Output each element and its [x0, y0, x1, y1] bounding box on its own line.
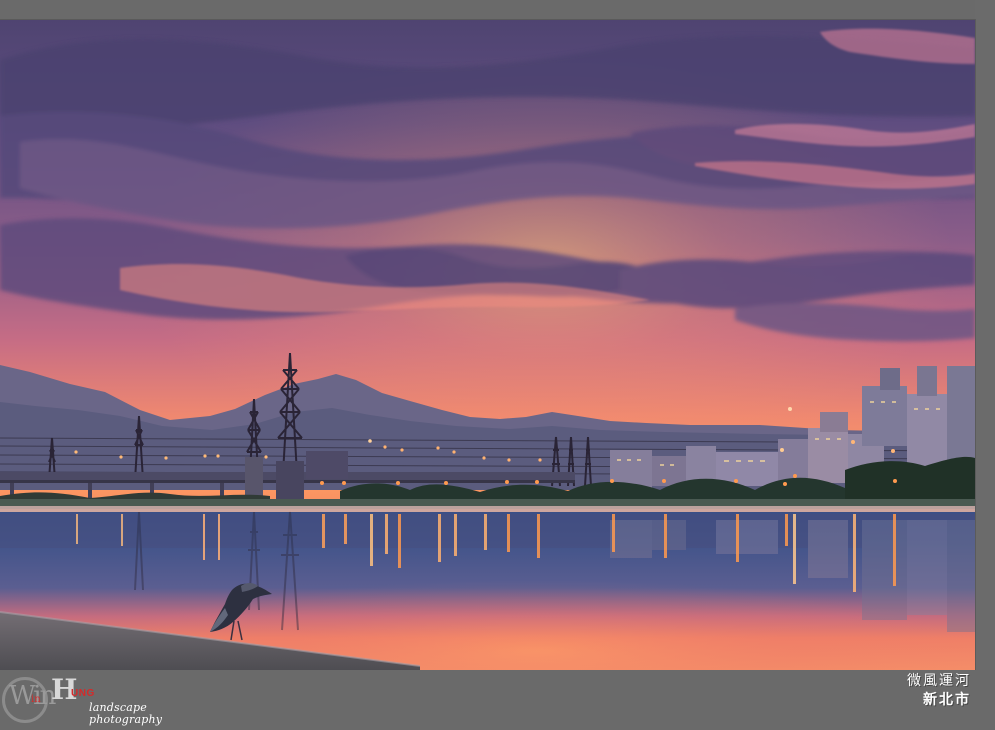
logo-secondary-text: in	[31, 694, 41, 705]
caption-line-1: 微風運河	[907, 673, 971, 689]
logo-badge-suffix: UNG	[71, 688, 95, 699]
photographer-logo: Win in H UNG landscape photography	[0, 671, 220, 729]
right-frame-strip	[975, 0, 995, 730]
river-edge	[0, 506, 975, 512]
photo-caption: 微風運河 新北市	[907, 673, 971, 709]
landscape-photo	[0, 20, 975, 670]
logo-tagline: landscape photography	[89, 701, 163, 726]
caption-line-2: 新北市	[923, 692, 971, 709]
